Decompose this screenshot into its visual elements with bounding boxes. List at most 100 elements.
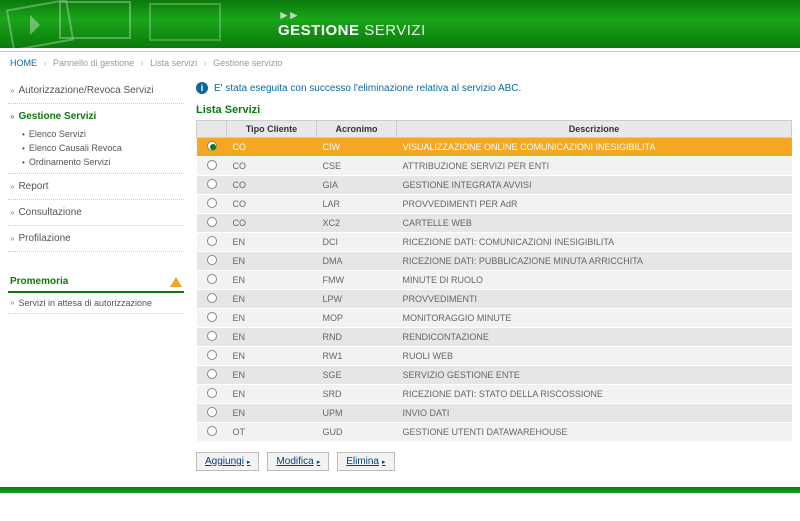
row-radio[interactable] [207,426,217,436]
cell-tipo: EN [227,328,317,347]
table-row[interactable]: ENSRDRICEZIONE DATI: STATO DELLA RISCOSS… [197,385,792,404]
cell-descrizione: INVIO DATI [397,404,792,423]
table-row[interactable]: COGIAGESTIONE INTEGRATA AVVISI [197,176,792,195]
table-row[interactable]: ENRNDRENDICONTAZIONE [197,328,792,347]
breadcrumb-item[interactable]: Lista servizi [150,58,197,68]
promemoria-header: Promemoria [8,272,184,293]
row-radio[interactable] [207,198,217,208]
action-bar: Aggiungi▸ Modifica▸ Elimina▸ [196,442,792,471]
sidebar-item[interactable]: »Gestione Servizi [8,108,184,125]
row-radio[interactable] [207,160,217,170]
cell-acronimo: RW1 [317,347,397,366]
breadcrumb: HOME › Pannello di gestione › Lista serv… [0,52,800,74]
cell-tipo: OT [227,423,317,442]
col-tipo: Tipo Cliente [227,121,317,138]
add-button[interactable]: Aggiungi▸ [196,452,259,471]
section-title: Lista Servizi [196,102,792,120]
row-radio[interactable] [207,217,217,227]
cell-acronimo: XC2 [317,214,397,233]
info-icon: i [196,82,208,94]
row-radio[interactable] [207,236,217,246]
edit-button[interactable]: Modifica▸ [267,452,329,471]
cell-descrizione: RICEZIONE DATI: PUBBLICAZIONE MINUTA ARR… [397,252,792,271]
cell-descrizione: ATTRIBUZIONE SERVIZI PER ENTI [397,157,792,176]
cell-descrizione: RICEZIONE DATI: COMUNICAZIONI INESIGIBIL… [397,233,792,252]
table-row[interactable]: ENRW1RUOLI WEB [197,347,792,366]
warning-icon [170,277,182,287]
row-radio[interactable] [207,350,217,360]
cell-descrizione: PROVVEDIMENTI PER AdR [397,195,792,214]
cell-descrizione: RICEZIONE DATI: STATO DELLA RISCOSSIONE [397,385,792,404]
page-title: GESTIONE SERVIZI [278,22,426,39]
row-radio[interactable] [207,407,217,417]
cell-tipo: EN [227,290,317,309]
table-row[interactable]: COCIWVISUALIZZAZIONE ONLINE COMUNICAZION… [197,138,792,157]
cell-tipo: EN [227,385,317,404]
sidebar-subitem[interactable]: •Ordinamento Servizi [22,155,184,169]
cell-tipo: CO [227,176,317,195]
table-row[interactable]: ENDMARICEZIONE DATI: PUBBLICAZIONE MINUT… [197,252,792,271]
cell-acronimo: GIA [317,176,397,195]
cell-descrizione: RENDICONTAZIONE [397,328,792,347]
row-radio[interactable] [207,369,217,379]
cell-descrizione: GESTIONE INTEGRATA AVVISI [397,176,792,195]
cell-descrizione: RUOLI WEB [397,347,792,366]
cell-tipo: EN [227,366,317,385]
cell-acronimo: CIW [317,138,397,157]
cell-acronimo: CSE [317,157,397,176]
sidebar-item[interactable]: »Consultazione [8,204,184,221]
header-banner: ►► GESTIONE SERVIZI [0,0,800,48]
table-row[interactable]: COCSEATTRIBUZIONE SERVIZI PER ENTI [197,157,792,176]
alert-text: E' stata eseguita con successo l'elimina… [214,83,521,94]
cell-tipo: CO [227,157,317,176]
cell-tipo: EN [227,347,317,366]
table-row[interactable]: ENMOPMONITORAGGIO MINUTE [197,309,792,328]
breadcrumb-home[interactable]: HOME [10,58,37,68]
success-alert: i E' stata eseguita con successo l'elimi… [196,78,792,102]
row-radio[interactable] [207,388,217,398]
cell-acronimo: RND [317,328,397,347]
cell-descrizione: PROVVEDIMENTI [397,290,792,309]
cell-descrizione: CARTELLE WEB [397,214,792,233]
table-row[interactable]: ENUPMINVIO DATI [197,404,792,423]
row-radio[interactable] [207,293,217,303]
table-row[interactable]: COLARPROVVEDIMENTI PER AdR [197,195,792,214]
sidebar-subitem[interactable]: •Elenco Causali Revoca [22,141,184,155]
table-row[interactable]: ENLPWPROVVEDIMENTI [197,290,792,309]
row-radio[interactable] [207,255,217,265]
col-radio [197,121,227,138]
row-radio[interactable] [207,274,217,284]
cell-descrizione: MINUTE DI RUOLO [397,271,792,290]
cell-acronimo: LPW [317,290,397,309]
sidebar-item[interactable]: »Autorizzazione/Revoca Servizi [8,82,184,99]
sidebar-item[interactable]: »Profilazione [8,230,184,247]
main-content: i E' stata eseguita con successo l'elimi… [196,78,792,471]
table-row[interactable]: COXC2CARTELLE WEB [197,214,792,233]
breadcrumb-item[interactable]: Pannello di gestione [53,58,134,68]
row-radio[interactable] [207,312,217,322]
cell-descrizione: SERVIZIO GESTIONE ENTE [397,366,792,385]
table-row[interactable]: ENFMWMINUTE DI RUOLO [197,271,792,290]
promemoria-item[interactable]: » Servizi in attesa di autorizzazione [8,293,184,314]
cell-descrizione: VISUALIZZAZIONE ONLINE COMUNICAZIONI INE… [397,138,792,157]
row-radio[interactable] [207,179,217,189]
cell-acronimo: MOP [317,309,397,328]
promemoria-title: Promemoria [10,276,68,287]
row-radio[interactable] [207,331,217,341]
banner-decoration [0,0,280,48]
table-row[interactable]: ENDCIRICEZIONE DATI: COMUNICAZIONI INESI… [197,233,792,252]
cell-acronimo: DCI [317,233,397,252]
cell-acronimo: DMA [317,252,397,271]
sidebar-subitem[interactable]: •Elenco Servizi [22,127,184,141]
cell-tipo: EN [227,252,317,271]
cell-tipo: EN [227,404,317,423]
services-table: Tipo Cliente Acronimo Descrizione COCIWV… [196,120,792,442]
table-row[interactable]: OTGUDGESTIONE UTENTI DATAWAREHOUSE [197,423,792,442]
row-radio[interactable] [207,141,217,151]
cell-tipo: CO [227,138,317,157]
sidebar-item[interactable]: »Report [8,178,184,195]
col-descrizione: Descrizione [397,121,792,138]
table-row[interactable]: ENSGESERVIZIO GESTIONE ENTE [197,366,792,385]
cell-acronimo: UPM [317,404,397,423]
delete-button[interactable]: Elimina▸ [337,452,394,471]
